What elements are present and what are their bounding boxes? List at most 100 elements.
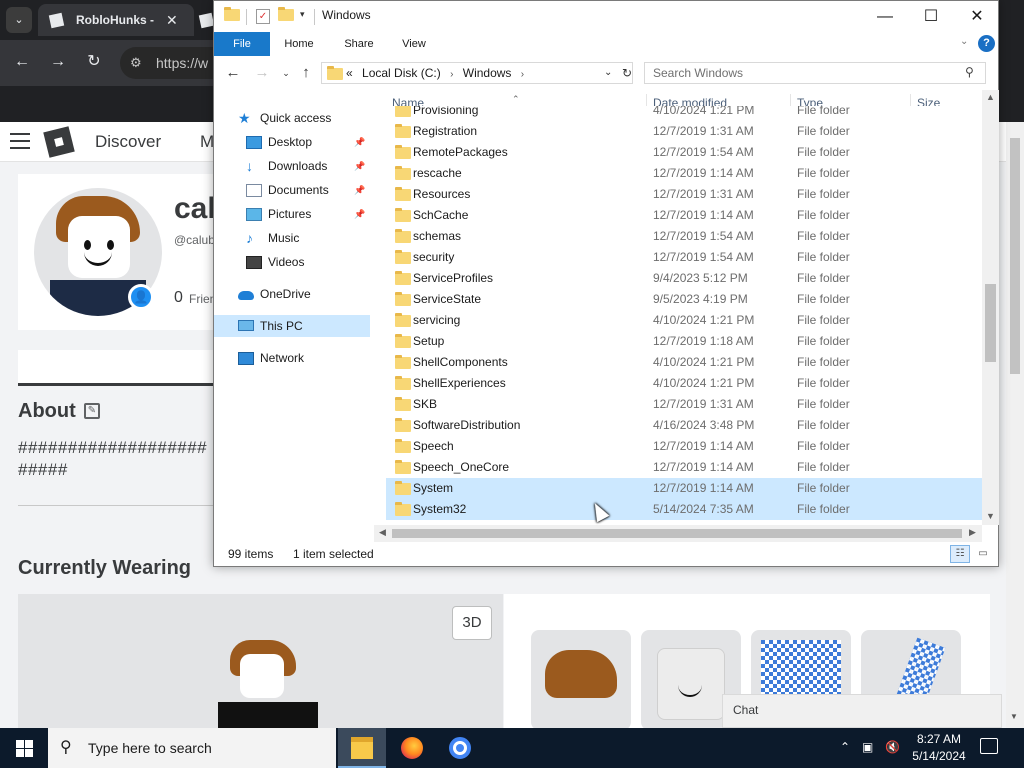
properties-icon[interactable]: ✓ [256, 9, 270, 24]
nav-item-documents[interactable]: Documents 📌 [214, 179, 370, 201]
ribbon-tab-home[interactable]: Home [276, 32, 322, 56]
horizontal-scrollbar[interactable]: ◀ ▶ [374, 525, 982, 542]
customize-quick-access-icon[interactable]: ▾ [300, 9, 305, 20]
about-description: ######################## [18, 438, 208, 479]
toggle-3d-button[interactable]: 3D [452, 606, 492, 640]
close-tab-icon[interactable]: ✕ [166, 4, 178, 36]
tab-search-dropdown[interactable]: ⌄ [6, 7, 32, 33]
show-hidden-icons-icon[interactable]: ⌃ [840, 740, 850, 754]
file-row[interactable]: ServiceState 9/5/2023 4:19 PM File folder [386, 289, 982, 310]
explorer-titlebar[interactable]: ✓ ▾ Windows — ☐ ✕ [214, 1, 998, 32]
firefox-icon[interactable] [388, 728, 436, 768]
help-icon[interactable]: ? [978, 35, 995, 52]
folder-icon [395, 271, 411, 285]
address-bar[interactable]: « Local Disk (C:) › Windows › ⌄ ↻ [321, 62, 633, 84]
file-row[interactable]: SoftwareDistribution 4/16/2024 3:48 PM Fil… [386, 415, 982, 436]
chevron-right-icon[interactable]: › [521, 69, 524, 80]
search-input[interactable] [645, 63, 955, 83]
scroll-thumb[interactable] [392, 529, 962, 538]
ribbon-tab-file[interactable]: File [214, 32, 270, 56]
scroll-up-icon[interactable]: ▲ [982, 92, 999, 102]
maximize-button[interactable]: ☐ [908, 1, 954, 32]
page-scrollbar[interactable]: ▼ [1006, 122, 1024, 728]
nav-item-videos[interactable]: Videos [214, 251, 370, 273]
nav-item-onedrive[interactable]: OneDrive [214, 283, 370, 305]
file-row[interactable]: ServiceProfiles 9/4/2023 5:12 PM File fold… [386, 268, 982, 289]
file-row[interactable]: Provisioning 4/10/2024 1:21 PM File folder [386, 106, 982, 121]
scroll-right-icon[interactable]: ▶ [969, 527, 976, 538]
recent-locations-icon[interactable]: ⌄ [276, 63, 296, 83]
clock[interactable]: 8:27 AM 5/14/2024 [908, 731, 970, 765]
nav-item-pictures[interactable]: Pictures 📌 [214, 203, 370, 225]
file-row[interactable]: servicing 4/10/2024 1:21 PM File folder [386, 310, 982, 331]
file-row[interactable]: Speech_OneCore 12/7/2019 1:14 AM File fold… [386, 457, 982, 478]
file-row[interactable]: System32 5/14/2024 7:35 AM File folder [386, 499, 982, 520]
file-row[interactable]: SKB 12/7/2019 1:31 AM File folder [386, 394, 982, 415]
file-row[interactable]: ShellExperiences 4/10/2024 1:21 PM File fo… [386, 373, 982, 394]
chrome-icon[interactable] [436, 728, 484, 768]
large-icons-view-icon[interactable]: ▭ [973, 545, 993, 563]
ribbon-tab-view[interactable]: View [394, 32, 434, 56]
search-box[interactable]: ⚲ [644, 62, 986, 84]
vertical-scrollbar[interactable]: ▲ ▼ [982, 90, 999, 525]
notifications-icon[interactable] [980, 738, 998, 754]
browser-reload-icon[interactable]: ↻ [84, 52, 104, 72]
file-row[interactable]: Speech 12/7/2019 1:14 AM File folder [386, 436, 982, 457]
scroll-left-icon[interactable]: ◀ [379, 527, 386, 538]
close-button[interactable]: ✕ [954, 1, 1000, 32]
file-row[interactable]: security 12/7/2019 1:54 AM File folder [386, 247, 982, 268]
edit-icon[interactable]: ✎ [84, 403, 100, 419]
file-row[interactable]: rescache 12/7/2019 1:14 AM File folder [386, 163, 982, 184]
network-icon[interactable]: ▣ [862, 740, 873, 754]
breadcrumb-windows[interactable]: Windows [463, 66, 512, 80]
file-row[interactable]: Setup 12/7/2019 1:18 AM File folder [386, 331, 982, 352]
taskbar-search[interactable]: ⚲ Type here to search [48, 728, 336, 768]
file-row[interactable]: RemotePackages 12/7/2019 1:54 AM File fold… [386, 142, 982, 163]
file-name: Registration [413, 124, 478, 138]
back-icon[interactable]: ← [223, 63, 243, 83]
file-explorer-icon[interactable] [338, 728, 386, 768]
breadcrumb: « Local Disk (C:) › Windows › [346, 63, 530, 83]
breadcrumb-overflow[interactable]: « [346, 66, 353, 80]
minimize-button[interactable]: — [862, 1, 908, 32]
nav-item-this-pc[interactable]: This PC [214, 315, 370, 337]
new-folder-icon[interactable] [278, 7, 294, 21]
scroll-down-icon[interactable]: ▼ [982, 511, 999, 521]
profile-tabs[interactable] [18, 350, 214, 386]
browser-back-icon[interactable]: ← [12, 52, 32, 72]
chat-bar[interactable]: Chat [722, 694, 1002, 728]
nav-item-network[interactable]: Network [214, 347, 370, 369]
file-row[interactable]: SchCache 12/7/2019 1:14 AM File folder [386, 205, 982, 226]
site-info-icon[interactable]: ⚙ [130, 47, 142, 79]
file-row[interactable]: Resources 12/7/2019 1:31 AM File folder [386, 184, 982, 205]
browser-tab-active[interactable]: RobloHunks - ✕ [38, 4, 194, 36]
nav-item-music[interactable]: ♪ Music [214, 227, 370, 249]
details-view-icon[interactable]: ☷ [950, 545, 970, 563]
refresh-icon[interactable]: ↻ [622, 63, 632, 83]
browser-forward-icon[interactable]: → [48, 52, 68, 72]
volume-muted-icon[interactable]: 🔇 [885, 740, 900, 754]
scroll-thumb[interactable] [985, 284, 996, 362]
file-row[interactable]: System 12/7/2019 1:14 AM File folder [386, 478, 982, 499]
chevron-right-icon[interactable]: › [450, 69, 453, 80]
start-button[interactable] [0, 728, 48, 768]
nav-item-desktop[interactable]: Desktop 📌 [214, 131, 370, 153]
nav-discover[interactable]: Discover [95, 132, 161, 152]
ribbon-tab-share[interactable]: Share [334, 32, 384, 56]
expand-ribbon-icon[interactable]: ⌄ [960, 36, 968, 47]
nav-item-downloads[interactable]: ↓ Downloads 📌 [214, 155, 370, 177]
nav-item-quick-access[interactable]: ★ Quick access [214, 107, 370, 129]
file-row[interactable]: ShellComponents 4/10/2024 1:21 PM File fol… [386, 352, 982, 373]
menu-icon[interactable] [10, 133, 30, 149]
file-row[interactable]: schemas 12/7/2019 1:54 AM File folder [386, 226, 982, 247]
about-heading: About [18, 400, 76, 422]
up-icon[interactable]: ↑ [296, 63, 316, 83]
desktop-icon [246, 136, 262, 149]
friends-count[interactable]: 0 [174, 289, 183, 307]
breadcrumb-local-disk[interactable]: Local Disk (C:) [362, 66, 441, 80]
navigation-pane: ★ Quick access Desktop 📌 ↓ Downloads 📌 Document… [214, 97, 384, 527]
item-thumbnail-hair[interactable] [531, 630, 631, 730]
forward-icon[interactable]: → [252, 63, 272, 83]
file-row[interactable]: Registration 12/7/2019 1:31 AM File folder [386, 121, 982, 142]
address-dropdown-icon[interactable]: ⌄ [604, 63, 612, 83]
